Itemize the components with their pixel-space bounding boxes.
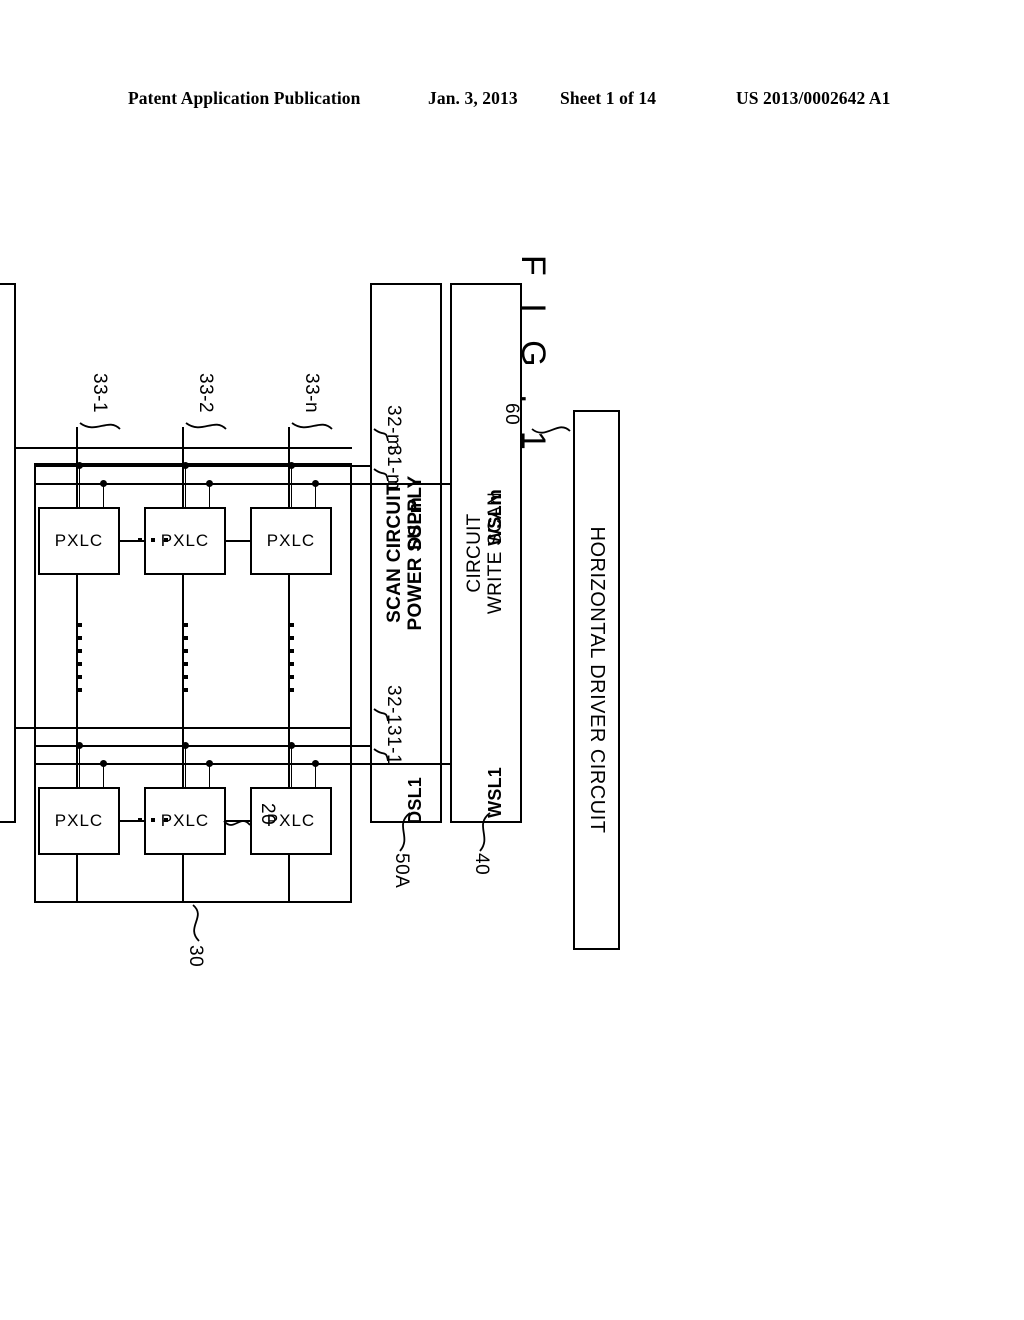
wire-pxlc-r2c1-power — [184, 745, 186, 789]
ref-33-1: 33-1 — [89, 373, 110, 414]
ellipsis-row — [184, 623, 188, 692]
figure-1-diagram: F I G . 1 10 CIRCUIT WRITE SCAN WSL1 WSL… — [0, 255, 822, 1315]
ellipsis-row — [290, 623, 294, 692]
ref-33-n-leader — [291, 422, 333, 430]
junction-dot — [76, 742, 83, 749]
power-supply-scan-circuit-top-block: SCAN CIRCUIT POWER SUPPLY DSL1 DSLm — [370, 283, 442, 824]
ref-50a: 50A — [391, 853, 412, 889]
junction-dot — [288, 742, 295, 749]
publication-date: Jan. 3, 2013 — [428, 88, 518, 108]
ref-60: 60 — [501, 403, 522, 426]
pixel-circuit: PXLC — [250, 507, 332, 575]
wire-dsl1-bottom — [16, 727, 352, 729]
junction-dot — [100, 480, 107, 487]
ref-30-leader — [192, 904, 200, 942]
wire-pxlc-r2cm-power — [184, 465, 186, 509]
junction-dot — [288, 462, 295, 469]
publication-header: Patent Application Publication Jan. 3, 2… — [0, 88, 1024, 116]
write-scan-circuit-block: CIRCUIT WRITE SCAN WSL1 WSLm — [450, 283, 522, 823]
ref-33-2-leader — [185, 422, 227, 430]
junction-dot — [100, 760, 107, 767]
ref-31-m-leader — [373, 468, 389, 482]
junction-dot — [206, 480, 213, 487]
wire-dslm-bottom — [16, 447, 352, 449]
ellipsis-column — [138, 818, 168, 822]
ref-32-1-leader — [373, 708, 389, 722]
pixel-circuit: PXLC — [38, 787, 120, 855]
ref-33-n: 33-n — [301, 373, 322, 414]
publication-title: Patent Application Publication — [128, 88, 361, 108]
ref-30: 30 — [185, 945, 206, 968]
patent-number: US 2013/0002642 A1 — [736, 88, 891, 108]
ellipsis-column — [138, 538, 168, 542]
ref-31-1-leader — [373, 748, 389, 762]
ref-20: 20 — [257, 803, 278, 826]
wire-pxlc-r3c1-power — [78, 745, 80, 789]
ref-20-leader — [223, 820, 251, 826]
junction-dot — [206, 760, 213, 767]
ref-33-1-leader — [79, 422, 121, 430]
horizontal-driver-circuit-label: HORIZONTAL DRIVER CIRCUIT — [586, 526, 608, 834]
ref-60-leader — [531, 426, 571, 434]
terminal-wslm: WSLm — [485, 489, 505, 546]
junction-dot — [76, 462, 83, 469]
wire-pxlc-r1c1-power — [290, 745, 292, 789]
wire-pxlc-r1cm-power — [290, 465, 292, 509]
power-supply-scan-circuit-bottom-block: SCAN CIRCUIT POWER SUPPLY DSL1 (Vcc_H/Vc… — [0, 283, 16, 823]
junction-dot — [312, 760, 319, 767]
wire-dsl1-top — [34, 745, 370, 747]
horizontal-driver-circuit-block: HORIZONTAL DRIVER CIRCUIT — [573, 410, 620, 950]
ref-40: 40 — [471, 853, 492, 876]
ellipsis-row — [78, 623, 82, 692]
power-supply-scan-circuit-bottom-label: SCAN CIRCUIT POWER SUPPLY — [0, 285, 14, 821]
junction-dot — [312, 480, 319, 487]
wire-pxlc-r3cm-power — [78, 465, 80, 509]
pixel-circuit: PXLC — [38, 507, 120, 575]
sheet-number: Sheet 1 of 14 — [560, 88, 657, 108]
wire-dslm-top — [34, 465, 370, 467]
write-scan-circuit-label: CIRCUIT WRITE SCAN — [464, 491, 506, 615]
junction-dot — [182, 742, 189, 749]
ref-33-2: 33-2 — [195, 373, 216, 414]
junction-dot — [182, 462, 189, 469]
terminal-dslm-top: DSLm — [405, 497, 425, 550]
